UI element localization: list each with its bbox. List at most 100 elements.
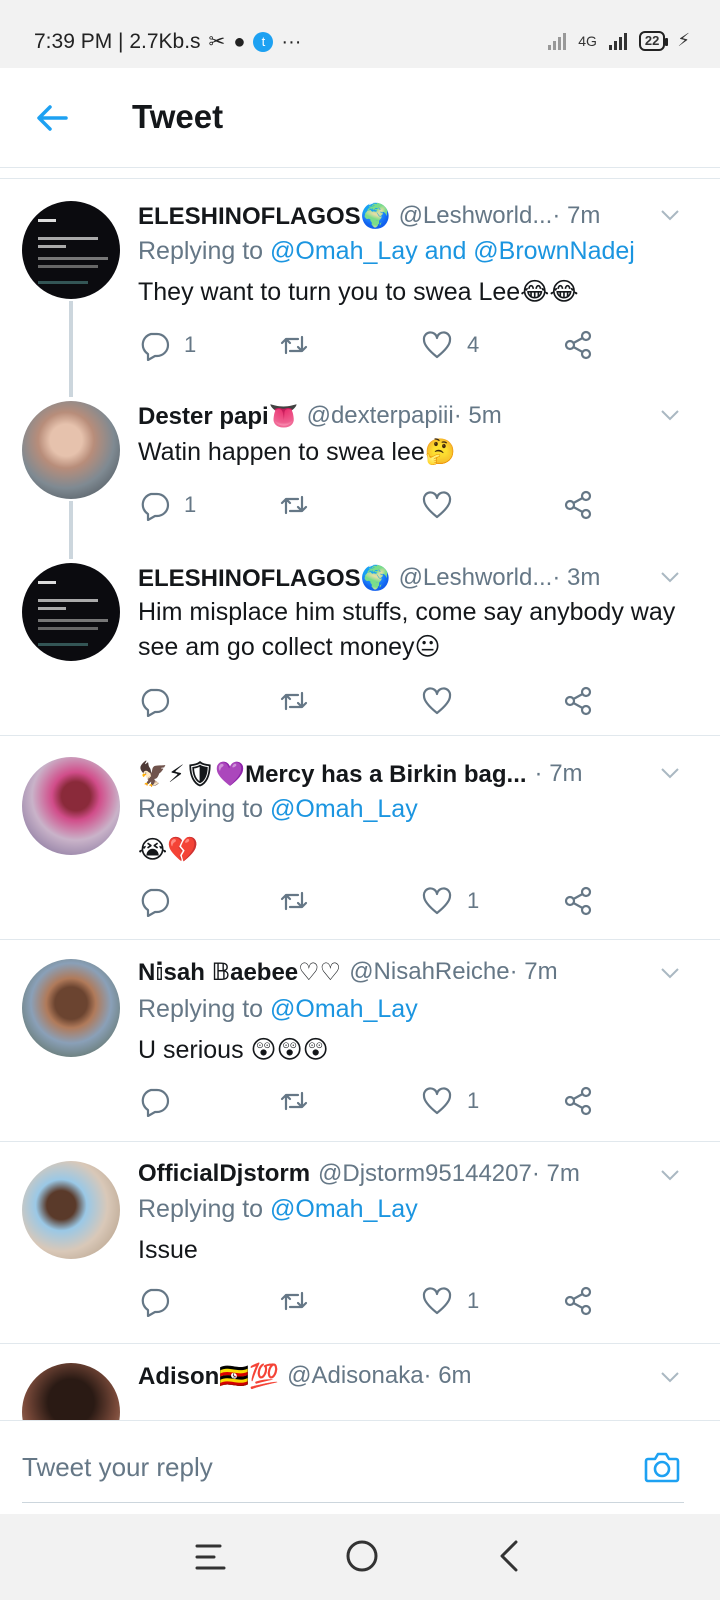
display-name[interactable]: ELESHINOFLAGOS🌍 [138, 202, 391, 231]
reply-button[interactable] [138, 1085, 184, 1117]
heart-icon [422, 491, 452, 519]
like-button[interactable] [421, 685, 467, 717]
reply-button[interactable] [138, 885, 184, 917]
reply-icon [141, 688, 170, 717]
like-button[interactable]: 4 [421, 329, 479, 361]
like-count: 1 [467, 1088, 480, 1113]
retweet-button[interactable] [278, 685, 324, 717]
display-name[interactable]: OfficialDjstorm [138, 1160, 310, 1188]
avatar[interactable] [22, 563, 120, 661]
avatar[interactable] [22, 1161, 120, 1259]
share-button[interactable] [562, 1285, 594, 1317]
top-app-bar: Tweet [0, 68, 720, 168]
user-handle[interactable]: @Adisonaka [287, 1362, 423, 1390]
retweet-button[interactable] [278, 489, 324, 521]
tweet-header: Dester papi👅 @dexterpapiii · 5m [138, 399, 502, 433]
replying-to-mentions[interactable]: @Omah_Lay [270, 995, 418, 1023]
camera-icon[interactable] [642, 1447, 682, 1487]
tweet-item[interactable]: OfficialDjstorm @Djstorm95144207 · 7m Re… [0, 1143, 720, 1341]
user-handle[interactable]: @dexterpapiii [307, 402, 454, 430]
reply-composer [0, 1420, 720, 1514]
like-button[interactable]: 1 [421, 1285, 479, 1317]
tweet-divider [0, 939, 720, 940]
tweet-divider [0, 1343, 720, 1344]
tweet-time: · 6m [423, 1362, 472, 1389]
replying-to-label: Replying to [138, 995, 271, 1023]
tweet-header: OfficialDjstorm @Djstorm95144207 · 7m [138, 1157, 580, 1191]
retweet-button[interactable] [278, 1085, 324, 1117]
share-button[interactable] [562, 489, 594, 521]
replies-feed[interactable]: ELESHINOFLAGOS🌍 @Leshworld... · 7m Reply… [0, 178, 720, 1420]
reply-count: 1 [184, 332, 197, 357]
composer-underline [22, 1502, 684, 1503]
tweet-item[interactable]: Dester papi👅 @dexterpapiii · 5m Watin ha… [0, 379, 720, 539]
heart-icon [422, 887, 452, 915]
replying-to-mentions[interactable]: @Omah_Lay and @BrownNadej [270, 237, 635, 265]
reply-icon [141, 888, 170, 917]
chevron-down-icon[interactable] [660, 1165, 680, 1185]
user-handle[interactable]: @Leshworld... [399, 564, 553, 592]
like-button[interactable]: 1 [421, 885, 479, 917]
chevron-down-icon[interactable] [660, 205, 680, 225]
retweet-button[interactable] [278, 885, 324, 917]
replying-to-mentions[interactable]: @Omah_Lay [270, 1195, 418, 1223]
retweet-button[interactable] [278, 329, 324, 361]
tweet-item[interactable]: Adison🇺🇬💯 @Adisonaka · 6m [0, 1345, 720, 1420]
display-name[interactable]: Dester papi👅 [138, 402, 299, 431]
reply-count: 1 [184, 492, 197, 517]
chevron-down-icon[interactable] [660, 763, 680, 783]
display-name[interactable]: Adison🇺🇬💯 [138, 1362, 279, 1391]
back-nav-icon[interactable] [496, 1538, 524, 1574]
user-handle[interactable]: @NisahReiche [349, 958, 509, 986]
tweet-actions [138, 685, 618, 721]
tweet-item[interactable]: ELESHINOFLAGOS🌍 @Leshworld... · 3m Him m… [0, 541, 720, 731]
share-button[interactable] [562, 885, 594, 917]
tweet-item[interactable]: 🦅⚡🛡💜Mercy has a Birkin bag... · 7m Reply… [0, 739, 720, 937]
avatar[interactable] [22, 401, 120, 499]
display-name[interactable]: N𝕚sah 𝔹aebee♡♡ [138, 958, 341, 987]
chevron-down-icon[interactable] [660, 963, 680, 983]
avatar[interactable] [22, 959, 120, 1057]
like-button[interactable] [421, 489, 467, 521]
tweet-header: 🦅⚡🛡💜Mercy has a Birkin bag... · 7m [138, 757, 583, 791]
retweet-button[interactable] [278, 1285, 324, 1317]
signal-bars-icon-2 [608, 32, 627, 50]
reply-button[interactable]: 1 [138, 489, 196, 521]
reply-button[interactable]: 1 [138, 329, 196, 361]
tweet-header: ELESHINOFLAGOS🌍 @Leshworld... · 3m [138, 561, 600, 595]
reply-input[interactable] [22, 1449, 602, 1485]
reply-button[interactable] [138, 685, 184, 717]
battery-level: 22 [644, 33, 660, 48]
tweet-header: Adison🇺🇬💯 @Adisonaka · 6m [138, 1359, 472, 1393]
display-name[interactable]: 🦅⚡🛡💜Mercy has a Birkin bag... [138, 760, 527, 789]
share-icon [564, 490, 592, 520]
heart-icon [422, 1087, 452, 1115]
tweet-actions: 1 4 [138, 329, 618, 365]
tweet-item[interactable]: N𝕚sah 𝔹aebee♡♡ @NisahReiche · 7m Replyin… [0, 941, 720, 1139]
home-icon[interactable] [344, 1538, 380, 1574]
share-icon [564, 686, 592, 716]
user-handle[interactable]: @Leshworld... [399, 202, 553, 230]
avatar[interactable] [22, 201, 120, 299]
like-button[interactable]: 1 [421, 1085, 479, 1117]
replying-to-mentions[interactable]: @Omah_Lay [270, 795, 418, 823]
reply-button[interactable] [138, 1285, 184, 1317]
chevron-down-icon[interactable] [660, 1367, 680, 1387]
share-button[interactable] [562, 685, 594, 717]
chevron-down-icon[interactable] [660, 567, 680, 587]
avatar[interactable] [22, 1363, 120, 1420]
tweet-header: N𝕚sah 𝔹aebee♡♡ @NisahReiche · 7m [138, 955, 558, 989]
display-name[interactable]: ELESHINOFLAGOS🌍 [138, 564, 391, 593]
share-button[interactable] [562, 1085, 594, 1117]
heart-icon [422, 331, 452, 359]
battery-icon: 22 [638, 30, 669, 51]
reply-icon [141, 332, 170, 361]
recent-apps-icon[interactable] [194, 1540, 228, 1574]
tweet-item[interactable]: ELESHINOFLAGOS🌍 @Leshworld... · 7m Reply… [0, 179, 720, 369]
user-handle[interactable]: @Djstorm95144207 [318, 1160, 532, 1188]
share-button[interactable] [562, 329, 594, 361]
back-arrow-icon[interactable] [32, 98, 72, 138]
avatar[interactable] [22, 757, 120, 855]
share-icon [564, 330, 592, 360]
chevron-down-icon[interactable] [660, 405, 680, 425]
